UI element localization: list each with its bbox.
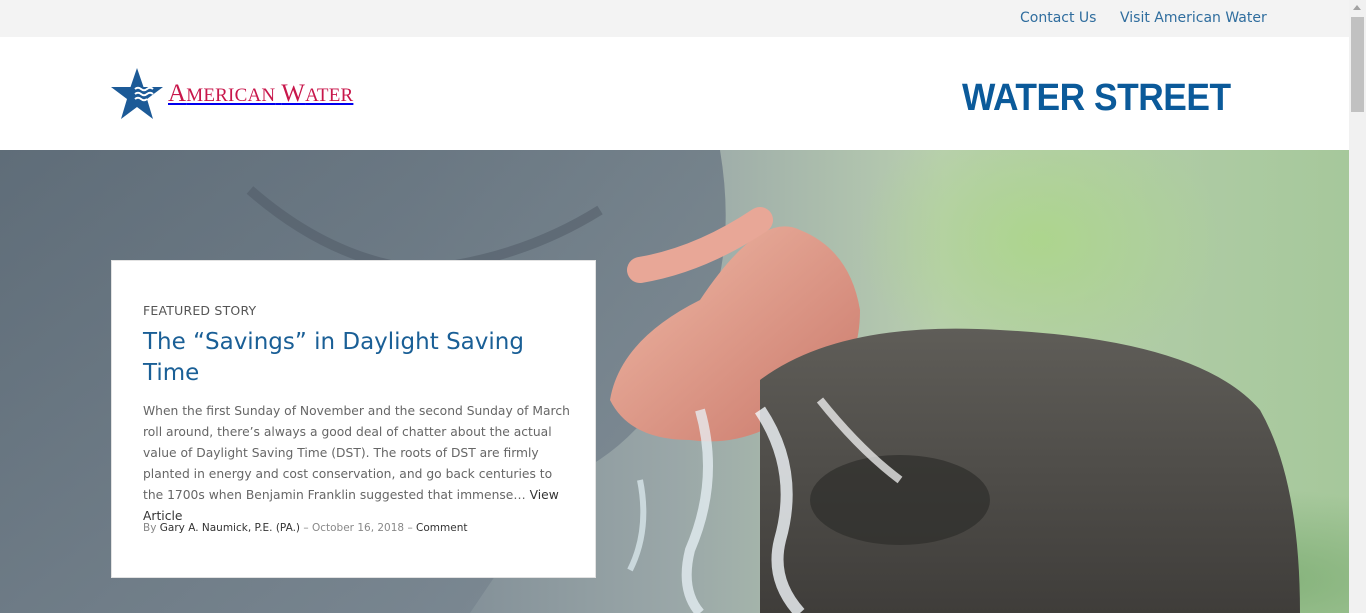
meta-by-label: By xyxy=(143,522,157,534)
meta-separator: – xyxy=(303,522,309,534)
contact-us-link[interactable]: Contact Us xyxy=(1020,10,1096,26)
visit-american-water-link[interactable]: Visit American Water xyxy=(1120,10,1267,26)
site-header: AMERICAN WATER WATER STREET xyxy=(0,37,1349,150)
top-utility-bar: Contact Us Visit American Water xyxy=(0,0,1349,37)
page: Contact Us Visit American Water AMERICAN… xyxy=(0,0,1366,613)
scrollbar-thumb[interactable] xyxy=(1351,17,1364,112)
featured-story-card: FEATURED STORY The “Savings” in Daylight… xyxy=(111,260,596,578)
excerpt-text: When the first Sunday of November and th… xyxy=(143,404,570,502)
water-street-title[interactable]: WATER STREET xyxy=(962,77,1231,120)
comment-link[interactable]: Comment xyxy=(416,522,467,534)
post-date: October 16, 2018 xyxy=(311,522,405,534)
page-scrollbar[interactable] xyxy=(1349,0,1366,613)
meta-separator: – xyxy=(407,522,413,534)
logo-wordmark: AMERICAN WATER xyxy=(168,80,354,107)
scroll-up-icon[interactable] xyxy=(1353,5,1361,10)
featured-story-excerpt: When the first Sunday of November and th… xyxy=(143,401,573,527)
star-wave-icon xyxy=(110,67,164,121)
featured-story-title[interactable]: The “Savings” in Daylight Saving Time xyxy=(143,327,563,389)
post-meta: By Gary A. Naumick, P.E. (PA.) – October… xyxy=(143,522,467,534)
featured-story-label: FEATURED STORY xyxy=(143,303,257,318)
author-link[interactable]: Gary A. Naumick, P.E. (PA.) xyxy=(160,522,300,534)
american-water-logo[interactable]: AMERICAN WATER xyxy=(110,67,353,121)
